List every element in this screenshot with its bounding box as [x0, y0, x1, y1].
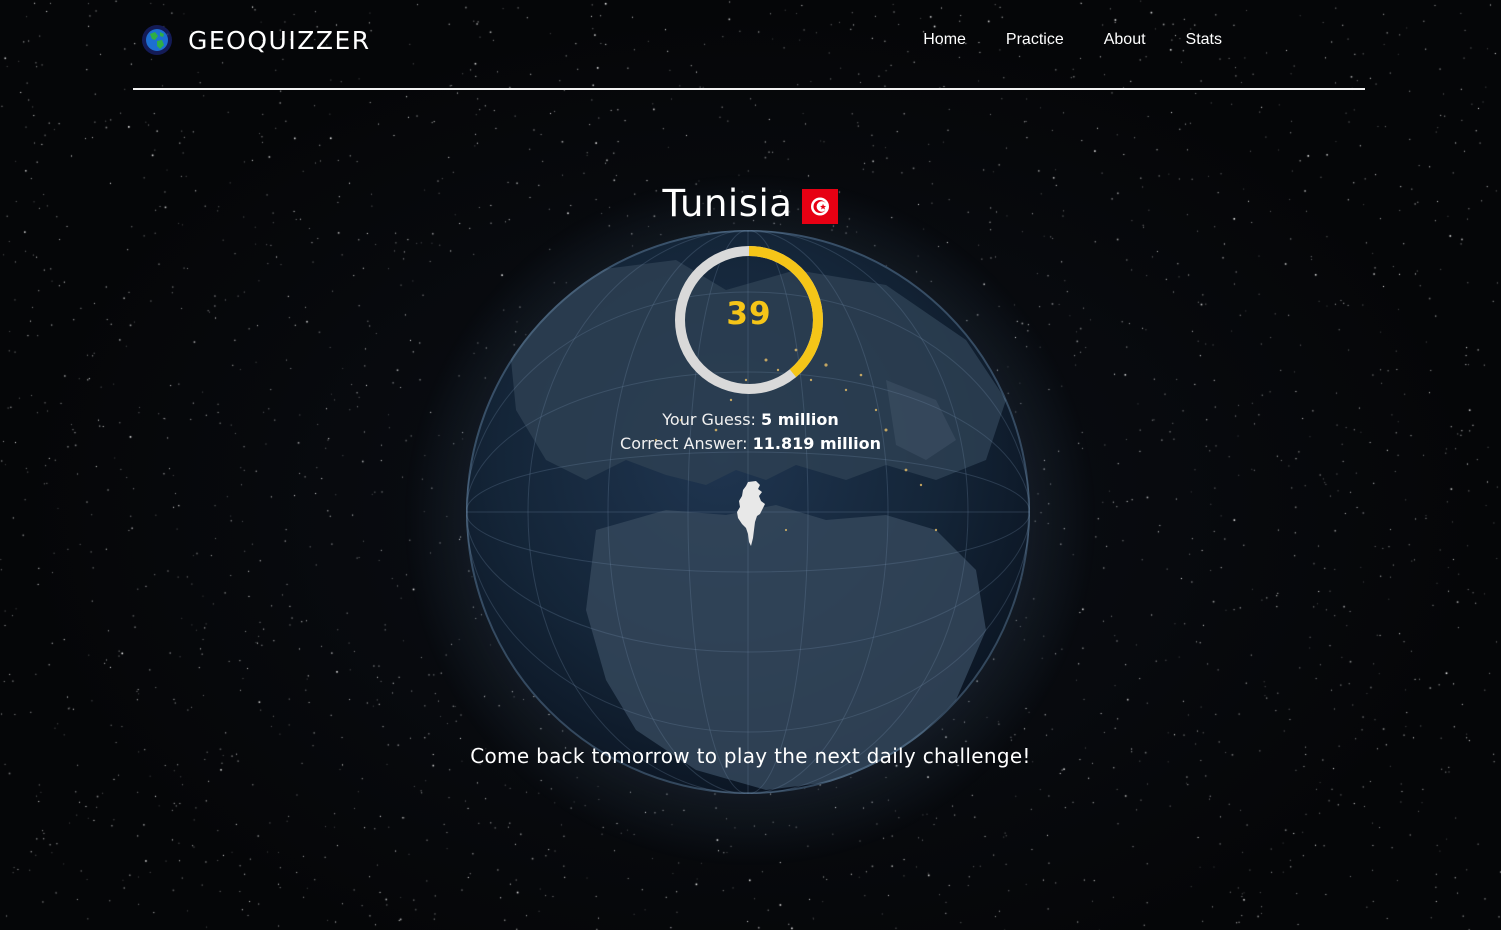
nav-home[interactable]: Home: [923, 31, 966, 49]
correct-answer-line: Correct Answer: 11.819 million: [0, 434, 1501, 453]
score-value: 39: [726, 296, 772, 332]
your-guess-line: Your Guess: 5 million: [0, 410, 1501, 429]
top-header: GEOQUIZZER Home Practice About Stats: [133, 0, 1365, 90]
guess-value: 5 million: [761, 410, 839, 429]
tunisia-outline-icon: [737, 481, 765, 546]
answer-label: Correct Answer:: [620, 434, 748, 453]
globe-icon[interactable]: [141, 24, 173, 56]
guess-label: Your Guess:: [662, 410, 756, 429]
app-root: GEOQUIZZER Home Practice About Stats Tun…: [0, 0, 1501, 930]
tunisia-flag-icon: [802, 189, 839, 224]
nav-about[interactable]: About: [1104, 31, 1146, 49]
main-nav: Home Practice About Stats: [923, 31, 1222, 49]
daily-challenge-message: Come back tomorrow to play the next dail…: [470, 744, 1031, 768]
answer-value: 11.819 million: [752, 434, 881, 453]
brand-title[interactable]: GEOQUIZZER: [188, 26, 371, 55]
nav-stats[interactable]: Stats: [1186, 31, 1222, 49]
nav-practice[interactable]: Practice: [1006, 31, 1064, 49]
country-name: Tunisia: [662, 182, 793, 225]
country-title-row: Tunisia: [0, 182, 1501, 225]
